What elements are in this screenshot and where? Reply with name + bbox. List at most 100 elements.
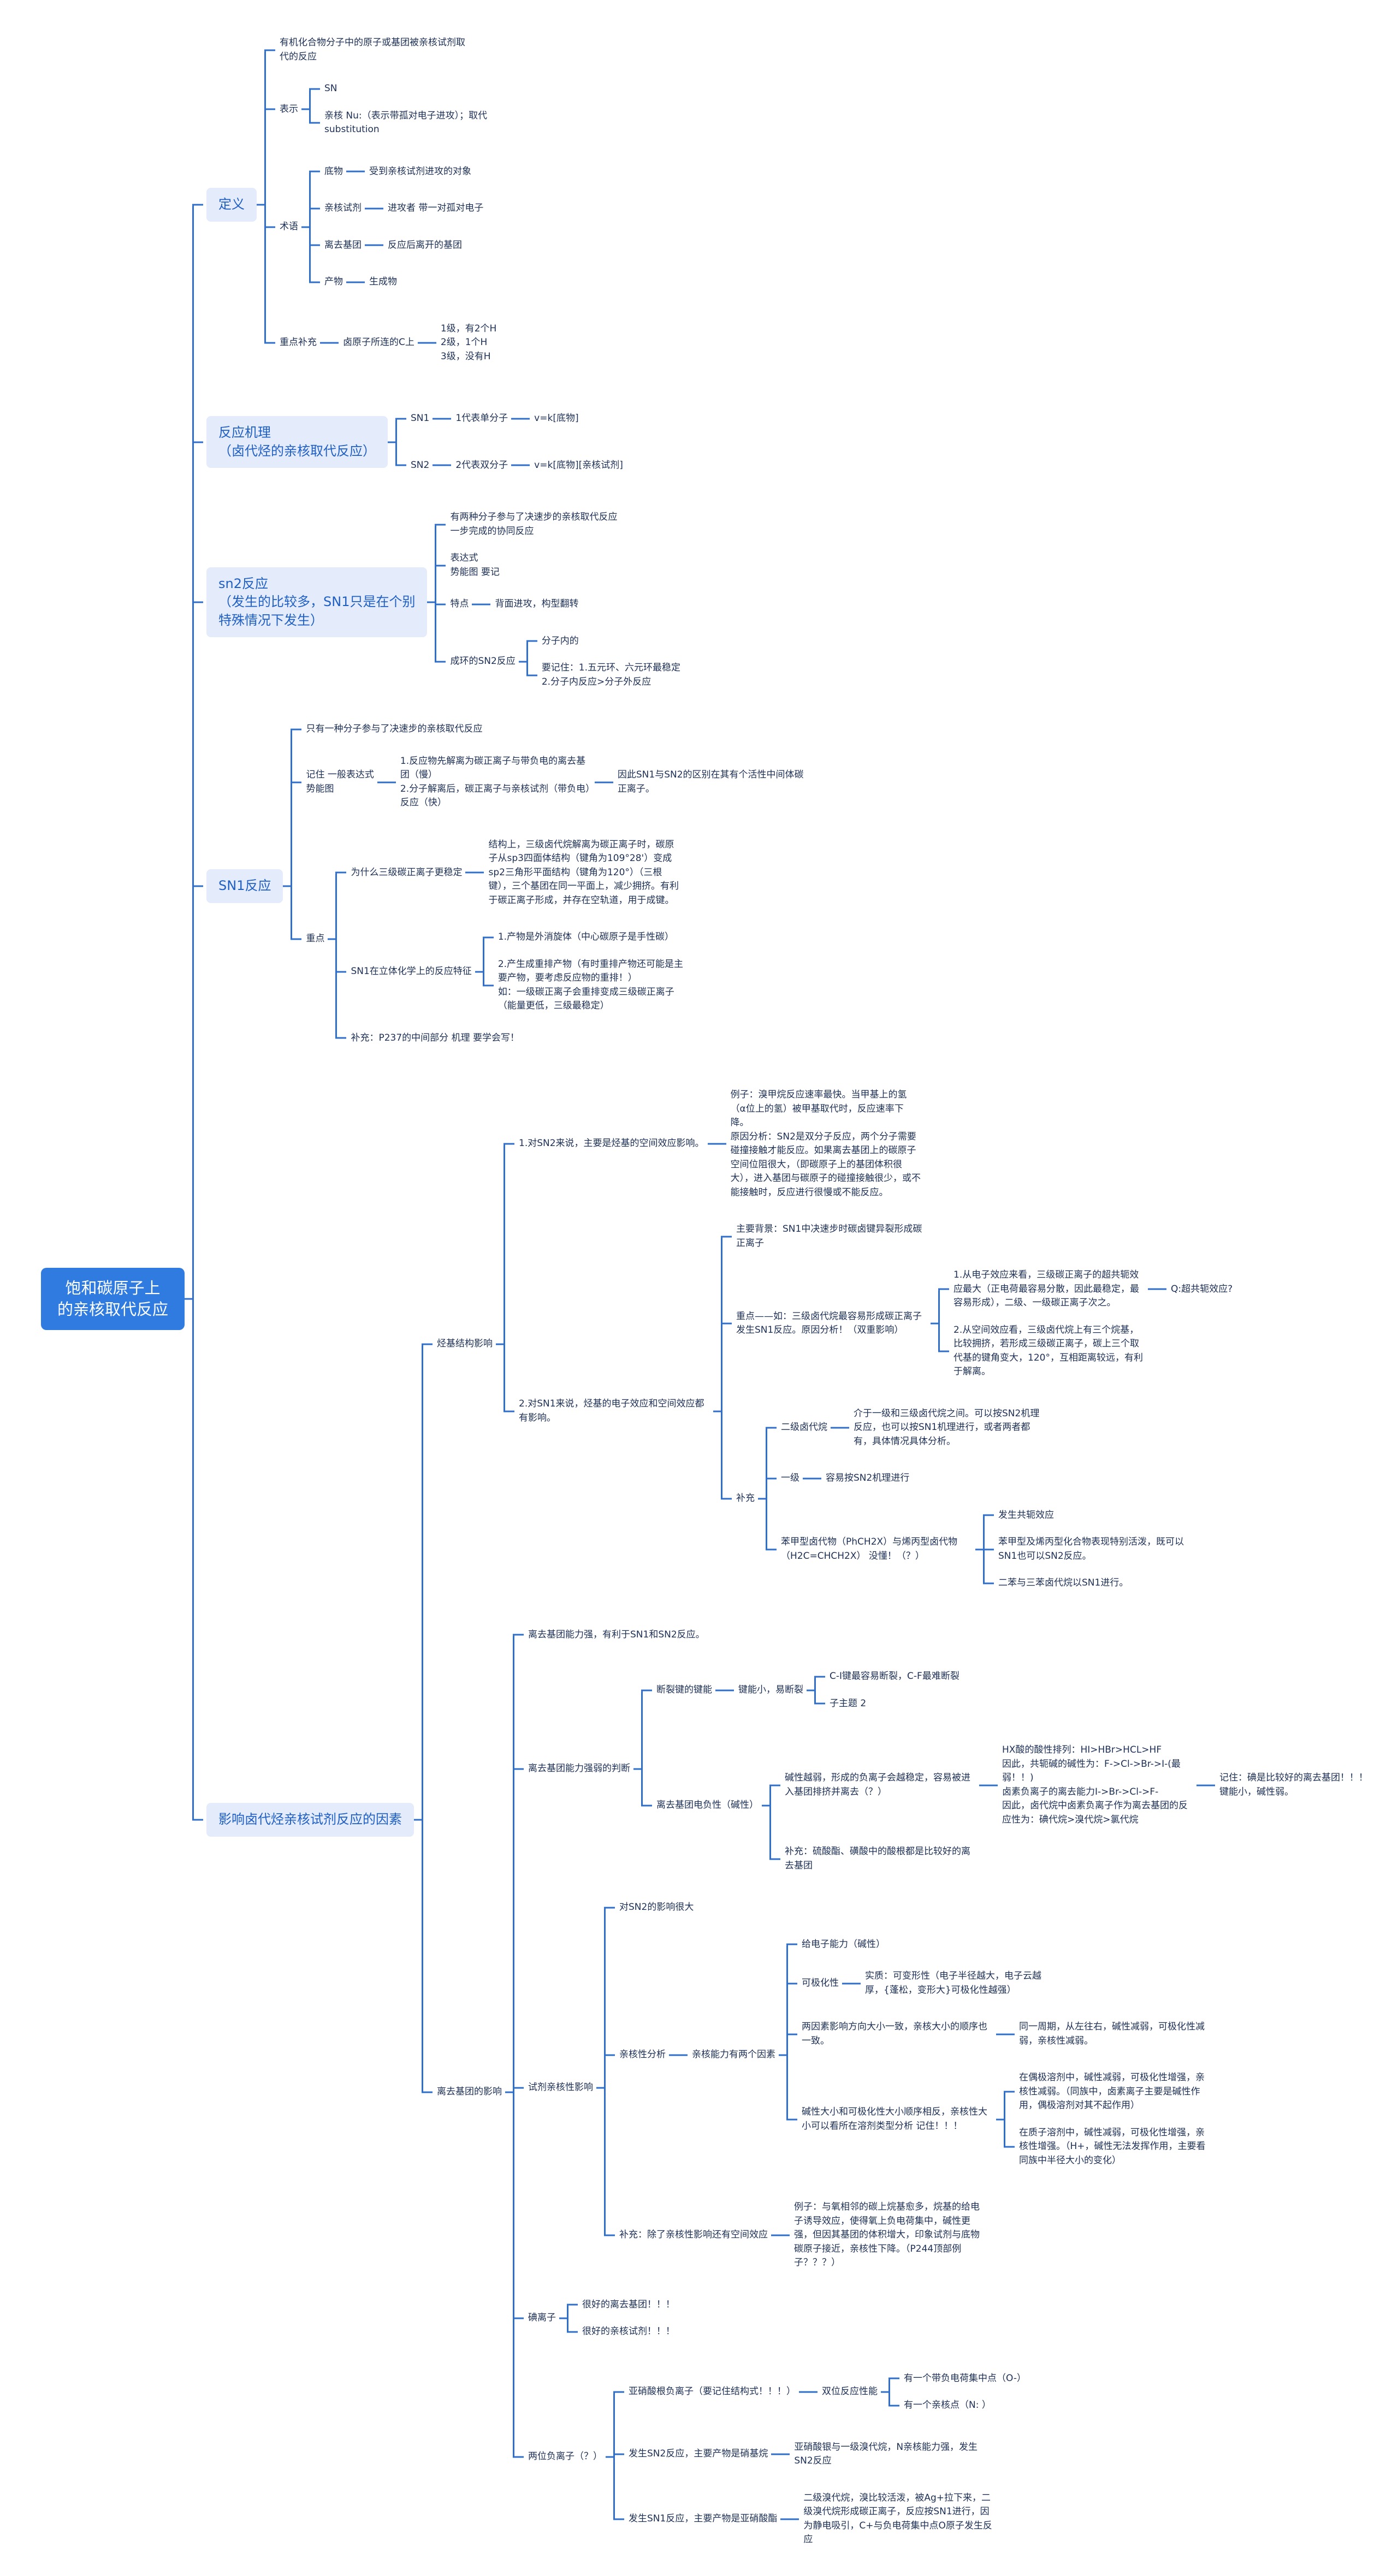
- topic-label[interactable]: 发生SN1反应，主要产物是亚硝酸酯: [625, 2510, 780, 2528]
- topic-label[interactable]: 术语: [276, 218, 301, 236]
- topic-label[interactable]: 1代表单分子: [452, 410, 511, 428]
- topic-label[interactable]: 影响卤代烃亲核试剂反应的因素: [206, 1803, 414, 1837]
- topic-label[interactable]: 例子：与氧相邻的碳上烷基愈多，烷基的给电子诱导效应，使得氧上负电荷集中，碱性更强…: [791, 2199, 988, 2272]
- topic-label[interactable]: 重点: [303, 930, 328, 948]
- topic-label[interactable]: 离去基团能力强弱的判断: [525, 1760, 633, 1778]
- topic-label[interactable]: v=k[底物][亲核试剂]: [531, 457, 626, 474]
- topic-label[interactable]: 二级溴代烷，溴比较活泼，被Ag+拉下来，二级溴代烷形成碳正离子，反应按SN1进行…: [800, 2490, 998, 2549]
- topic-label[interactable]: 记住 一般表达式 势能图: [303, 767, 377, 798]
- topic-label[interactable]: 1.产物是外消旋体（中心碳原子是手性碳）: [495, 929, 677, 946]
- topic-label[interactable]: 烃基结构影响: [434, 1336, 496, 1353]
- topic-label[interactable]: 成环的SN2反应: [447, 653, 518, 670]
- topic-label[interactable]: 例子：溴甲烷反应速率最快。当甲基上的氢（α位上的氢）被甲基取代时，反应速率下降。…: [727, 1087, 925, 1201]
- topic-label[interactable]: 2.对SN1来说，烃基的电子效应和空间效应都有影响。: [516, 1396, 713, 1427]
- topic-label[interactable]: 苯甲型卤代物（PhCH2X）与烯丙型卤代物（H2C=CHCH2X） 没懂！（？）: [778, 1534, 975, 1565]
- topic-label[interactable]: 卤原子所连的C上: [340, 334, 418, 352]
- topic-label[interactable]: SN1反应: [206, 869, 283, 903]
- topic-label[interactable]: 要记住：1.五元环、六元环最稳定 2.分子内反应>分子外反应: [538, 660, 684, 691]
- topic-label[interactable]: 补充：硫酸酯、磺酸中的酸根都是比较好的离去基团: [781, 1843, 979, 1874]
- topic-label[interactable]: 受到亲核试剂进攻的对象: [366, 163, 475, 181]
- topic-label[interactable]: 离去基团: [321, 237, 365, 254]
- root-topic-label[interactable]: 饱和碳原子上 的亲核取代反应: [41, 1267, 185, 1330]
- topic-label[interactable]: 亲核试剂: [321, 200, 365, 217]
- topic-label[interactable]: 介于一级和三级卤代烷之间。可以按SN2机理反应，也可以按SN1机理进行，或者两者…: [850, 1405, 1048, 1451]
- topic-label[interactable]: 亲核能力有两个因素: [689, 2046, 779, 2064]
- topic-label[interactable]: 记住：碘是比较好的离去基团！！！ 键能小，碱性弱。: [1216, 1770, 1371, 1801]
- topic-label[interactable]: 2代表双分子: [452, 457, 511, 474]
- topic-label[interactable]: 二苯与三苯卤代烷以SN1进行。: [995, 1575, 1132, 1592]
- topic-label[interactable]: 给电子能力（碱性）: [798, 1936, 888, 1954]
- topic-label[interactable]: 亚硝酸银与一级溴代烷，N亲核能力强，发生SN2反应: [791, 2439, 988, 2470]
- topic-label[interactable]: 离去基团的影响: [434, 2084, 505, 2101]
- topic-label[interactable]: 进攻者 带一对孤对电子: [384, 200, 487, 217]
- topic-label[interactable]: 在质子溶剂中，碱性减弱，可极化性增强，亲核性增强。（H+，碱性无法发挥作用，主要…: [1016, 2124, 1213, 2170]
- topic-label[interactable]: C-I键最容易断裂，C-F最难断裂: [826, 1668, 963, 1685]
- topic-label[interactable]: 有两种分子参与了决速步的亲核取代反应 一步完成的协同反应: [447, 509, 620, 540]
- topic-label[interactable]: 同一周期，从左往右，碱性减弱，可极化性减弱，亲核性减弱。: [1016, 2019, 1213, 2050]
- topic-label[interactable]: 有一个带负电荷集中点（O-）: [901, 2370, 1029, 2388]
- topic-label[interactable]: 1.对SN2来说，主要是烃基的空间效应影响。: [516, 1135, 708, 1153]
- topic-label[interactable]: 结构上，三级卤代烷解离为碳正离子时，碳原子从sp3四面体结构（键角为109°28…: [485, 836, 683, 910]
- topic-label[interactable]: 碱性越弱，形成的负离子会越稳定，容易被进入基团排挤并离去（？）: [781, 1770, 979, 1801]
- topic-label[interactable]: 1.反应物先解离为碳正离子与带负电的离去基团（慢） 2.分子解离后，碳正离子与亲…: [397, 753, 595, 812]
- topic-label[interactable]: 亲核 Nu:（表示带孤对电子进攻）；取代 substitution: [321, 108, 519, 139]
- topic-label[interactable]: 2.从空间效应看，三级卤代烷上有三个烷基，比较拥挤，若形成三级碳正离子，碳上三个…: [950, 1322, 1148, 1381]
- topic-label[interactable]: 表示: [276, 101, 301, 118]
- topic-label[interactable]: 两因素影响方向大小一致，亲核大小的顺序也一致。: [798, 2019, 996, 2050]
- topic-label[interactable]: 表达式 势能图 要记: [447, 550, 502, 581]
- topic-label[interactable]: SN1在立体化学上的反应特征: [347, 963, 475, 981]
- topic-label[interactable]: sn2反应 （发生的比较多，SN1只是在个别 特殊情况下发生）: [206, 567, 428, 638]
- topic-label[interactable]: 键能小，易断裂: [735, 1682, 807, 1699]
- topic-label[interactable]: 很好的离去基团！！！: [579, 2296, 678, 2314]
- topic-label[interactable]: 补充：除了亲核性影响还有空间效应: [616, 2227, 771, 2244]
- topic-label[interactable]: 碘离子: [525, 2310, 559, 2327]
- topic-label[interactable]: 反应机理 （卤代烃的亲核取代反应）: [206, 416, 388, 468]
- topic-label[interactable]: 为什么三级碳正离子更稳定: [347, 864, 465, 882]
- topic-label[interactable]: 可极化性: [798, 1975, 842, 1992]
- topic-label[interactable]: 离去基团电负性（碱性）: [653, 1797, 762, 1814]
- topic-label[interactable]: 二级卤代烷: [778, 1419, 831, 1437]
- topic-label[interactable]: 有一个亲核点（N: ）: [901, 2397, 994, 2414]
- topic-label[interactable]: 断裂键的键能: [653, 1682, 715, 1699]
- topic-label[interactable]: 重点补充: [276, 334, 320, 352]
- topic-label[interactable]: 分子内的: [538, 633, 582, 650]
- topic-label[interactable]: 背面进攻，构型翻转: [491, 596, 582, 613]
- topic-label[interactable]: 双位反应性能: [819, 2383, 881, 2401]
- topic-label[interactable]: 特点: [447, 596, 472, 613]
- topic-label[interactable]: 1.从电子效应来看，三级碳正离子的超共轭效应最大（正电荷最容易分散，因此最稳定，…: [950, 1267, 1148, 1312]
- topic-label[interactable]: 子主题 2: [826, 1695, 869, 1713]
- topic-label[interactable]: HX酸的酸性排列：HI>HBr>HCL>HF 因此，共轭碱的碱性为：F->Cl-…: [999, 1742, 1196, 1829]
- topic-label[interactable]: 重点——如：三级卤代烷最容易形成碳正离子发生SN1反应。原因分析！（双重影响）: [733, 1308, 931, 1339]
- topic-label[interactable]: 实质：可变形性（电子半径越大，电子云越厚，{蓬松，变形大}可极化性越强）: [862, 1968, 1059, 1999]
- topic-label[interactable]: 1级，有2个H 2级，1个H 3级，没有H: [437, 320, 500, 366]
- topic-label[interactable]: SN2: [407, 457, 433, 474]
- topic-label[interactable]: 试剂亲核性影响: [525, 2079, 596, 2097]
- topic-label[interactable]: 补充: [733, 1490, 758, 1507]
- topic-label[interactable]: 离去基团能力强，有利于SN1和SN2反应。: [525, 1627, 708, 1644]
- topic-label[interactable]: 反应后离开的基团: [384, 237, 465, 254]
- topic-label[interactable]: 产物: [321, 274, 346, 291]
- topic-label[interactable]: 在偶极溶剂中，碱性减弱，可极化性增强，亲核性减弱。（同族中，卤素离子主要是碱性作…: [1016, 2069, 1213, 2115]
- topic-label[interactable]: v=k[底物]: [531, 410, 582, 428]
- topic-label[interactable]: 因此SN1与SN2的区别在其有个活性中间体碳正离子。: [614, 767, 812, 798]
- topic-label[interactable]: 亲核性分析: [616, 2046, 669, 2064]
- topic-label[interactable]: SN: [321, 80, 341, 98]
- topic-label[interactable]: 底物: [321, 163, 346, 181]
- topic-label[interactable]: 亚硝酸根负离子（要记住结构式！！！）: [625, 2383, 799, 2401]
- topic-label[interactable]: 对SN2的影响很大: [616, 1899, 697, 1916]
- topic-label[interactable]: 苯甲型及烯丙型化合物表现特别活泼，既可以SN1也可以SN2反应。: [995, 1534, 1193, 1565]
- topic-label[interactable]: 定义: [206, 188, 257, 222]
- topic-label[interactable]: 2.产生成重排产物（有时重排产物还可能是主要产物，要考虑反应物的重排！） 如：一…: [495, 956, 692, 1015]
- topic-label[interactable]: 生成物: [366, 274, 400, 291]
- topic-label[interactable]: 发生共轭效应: [995, 1507, 1057, 1524]
- topic-label[interactable]: 发生SN2反应，主要产物是硝基烷: [625, 2446, 771, 2463]
- topic-label[interactable]: SN1: [407, 410, 433, 428]
- topic-label[interactable]: 有机化合物分子中的原子或基团被亲核试剂取代的反应: [276, 34, 474, 66]
- topic-label[interactable]: 只有一种分子参与了决速步的亲核取代反应: [303, 721, 485, 738]
- topic-label[interactable]: 一级: [778, 1470, 803, 1487]
- topic-label[interactable]: 碱性大小和可极化性大小顺序相反，亲核性大小可以看所在溶剂类型分析 记住！！！: [798, 2104, 996, 2135]
- topic-label[interactable]: 补充：P237的中间部分 机理 要学会写！: [347, 1030, 523, 1047]
- topic-label[interactable]: 两位负离子（？）: [525, 2448, 606, 2466]
- topic-label[interactable]: 容易按SN2机理进行: [822, 1470, 913, 1487]
- topic-label[interactable]: 主要背景：SN1中决速步时碳卤键异裂形成碳正离子: [733, 1221, 931, 1252]
